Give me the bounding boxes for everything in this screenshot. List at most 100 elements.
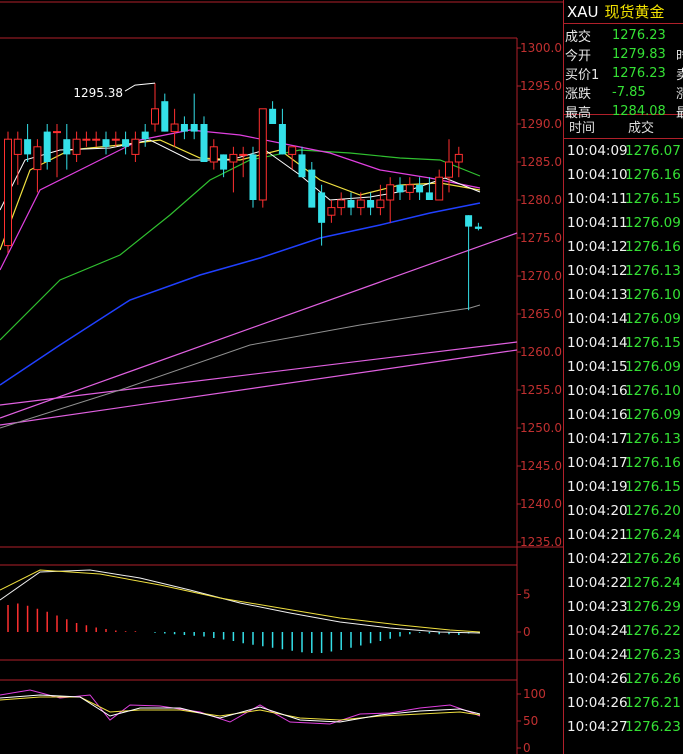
macd-tick-label: 5 xyxy=(523,588,531,602)
candle-body xyxy=(465,215,473,227)
candle-body xyxy=(425,192,433,200)
tick-time: 10:04:12 xyxy=(567,239,628,255)
tick-price: 1276.29 xyxy=(625,599,681,615)
candle-body xyxy=(200,124,208,162)
macd-line-yellow xyxy=(0,569,481,633)
tick-time: 10:04:17 xyxy=(567,431,628,447)
candle-body xyxy=(318,192,326,223)
kdj-line-white xyxy=(0,694,481,723)
candle-body xyxy=(13,138,22,155)
trend-line-1 xyxy=(0,232,518,419)
tick-row: 10:04:22 1276.24 xyxy=(564,571,683,595)
candle-body xyxy=(445,161,453,178)
tick-price: 1276.22 xyxy=(625,623,681,639)
quote-label: 最高 xyxy=(565,106,592,121)
candle-body xyxy=(229,153,238,163)
tick-time: 10:04:19 xyxy=(567,479,628,495)
y-tick-label: 1245.0 xyxy=(520,459,562,473)
kline-chart[interactable]: 1300.0 1295.0 1290.0 1285.0 1280.0 1275.0 1270… xyxy=(0,0,563,754)
quote-value: 1279.83 xyxy=(612,47,666,62)
tick-price: 1276.09 xyxy=(625,407,681,423)
kdj-tick-label: 100 xyxy=(523,687,546,701)
tick-row: 10:04:15 1276.09 xyxy=(564,355,683,379)
tick-time: 10:04:11 xyxy=(567,191,628,207)
tick-time: 10:04:09 xyxy=(567,143,628,159)
candle-body xyxy=(239,153,248,156)
trend-line-3 xyxy=(0,349,518,426)
tick-row: 10:04:09 1276.07 xyxy=(564,139,683,163)
candle-body xyxy=(367,200,375,208)
tick-price: 1276.24 xyxy=(625,527,681,543)
tick-time: 10:04:12 xyxy=(567,263,628,279)
tick-price: 1276.26 xyxy=(625,551,681,567)
candle-body xyxy=(278,124,286,155)
tick-price: 1276.10 xyxy=(625,287,681,303)
quote-value: 1276.23 xyxy=(612,66,666,81)
tick-time: 10:04:14 xyxy=(567,335,628,351)
tick-row: 10:04:27 1276.23 xyxy=(564,715,683,739)
tick-price: 1276.15 xyxy=(625,191,681,207)
candle-body xyxy=(151,108,159,125)
quote-row: 成交 1276.23 xyxy=(564,26,683,45)
tick-time: 10:04:26 xyxy=(567,695,628,711)
tick-time: 10:04:23 xyxy=(567,599,628,615)
candle-body xyxy=(258,108,267,201)
kdj-line-magenta xyxy=(0,689,481,725)
chart-area[interactable]: 1300.0 1295.0 1290.0 1285.0 1280.0 1275.0 1270… xyxy=(0,0,563,754)
tick-row: 10:04:17 1276.16 xyxy=(564,451,683,475)
tick-row: 10:04:24 1276.22 xyxy=(564,619,683,643)
quote-extra-label: 最 xyxy=(676,102,683,121)
candle-body xyxy=(327,207,336,216)
symbol-name: 现货黄金 xyxy=(604,3,665,21)
tick-row: 10:04:14 1276.09 xyxy=(564,307,683,331)
tick-price: 1276.20 xyxy=(625,503,681,519)
candle-body xyxy=(72,138,81,155)
tick-time: 10:04:20 xyxy=(567,503,628,519)
candle-body xyxy=(53,131,61,134)
y-tick-label: 1265.0 xyxy=(520,307,562,321)
tick-time: 10:04:22 xyxy=(567,551,628,567)
y-tick-label: 1240.0 xyxy=(520,497,562,511)
candle-body xyxy=(337,199,346,209)
y-tick-label: 1285.0 xyxy=(520,155,562,169)
tick-time: 10:04:16 xyxy=(567,407,628,423)
candle-body xyxy=(435,176,444,201)
tick-price: 1276.23 xyxy=(625,719,681,735)
macd-tick-label: 0 xyxy=(523,625,531,639)
candle-body xyxy=(376,199,385,209)
tick-time: 10:04:24 xyxy=(567,623,628,639)
candle-body xyxy=(24,139,32,155)
tick-row: 10:04:26 1276.26 xyxy=(564,667,683,691)
ma-line-blue xyxy=(0,202,481,386)
tick-row: 10:04:16 1276.10 xyxy=(564,379,683,403)
candle-body xyxy=(347,200,355,208)
tick-price: 1276.15 xyxy=(625,335,681,351)
tick-price: 1276.10 xyxy=(625,383,681,399)
candle-body xyxy=(288,146,297,155)
candle-body xyxy=(416,184,424,193)
quote-label: 买价1 xyxy=(565,68,600,83)
y-tick-label: 1255.0 xyxy=(520,383,562,397)
ma-line-yellow xyxy=(0,139,481,251)
y-tick-label: 1300.0 xyxy=(520,41,562,55)
y-tick-label: 1280.0 xyxy=(520,193,562,207)
tick-price: 1276.16 xyxy=(625,239,681,255)
quote-label: 涨跌 xyxy=(565,87,592,102)
tick-row: 10:04:24 1276.23 xyxy=(564,643,683,667)
candle-body xyxy=(474,226,482,229)
candle-body xyxy=(308,169,316,208)
quote-value: 1284.08 xyxy=(612,104,666,119)
ticks-list[interactable]: 10:04:09 1276.07 10:04:10 1276.16 10:04:11 12… xyxy=(564,139,683,739)
annotation-label: 1295.38 xyxy=(73,86,123,100)
candle-body xyxy=(33,146,42,171)
candle-body xyxy=(405,184,414,193)
quote-label: 今开 xyxy=(565,49,592,64)
candle-body xyxy=(111,138,120,141)
annotation-leader xyxy=(124,82,156,92)
candle-body xyxy=(190,124,198,132)
tick-price: 1276.16 xyxy=(625,455,681,471)
tick-row: 10:04:12 1276.16 xyxy=(564,235,683,259)
candle-body xyxy=(249,154,257,200)
tick-row: 10:04:22 1276.26 xyxy=(564,547,683,571)
y-tick-label: 1250.0 xyxy=(520,421,562,435)
